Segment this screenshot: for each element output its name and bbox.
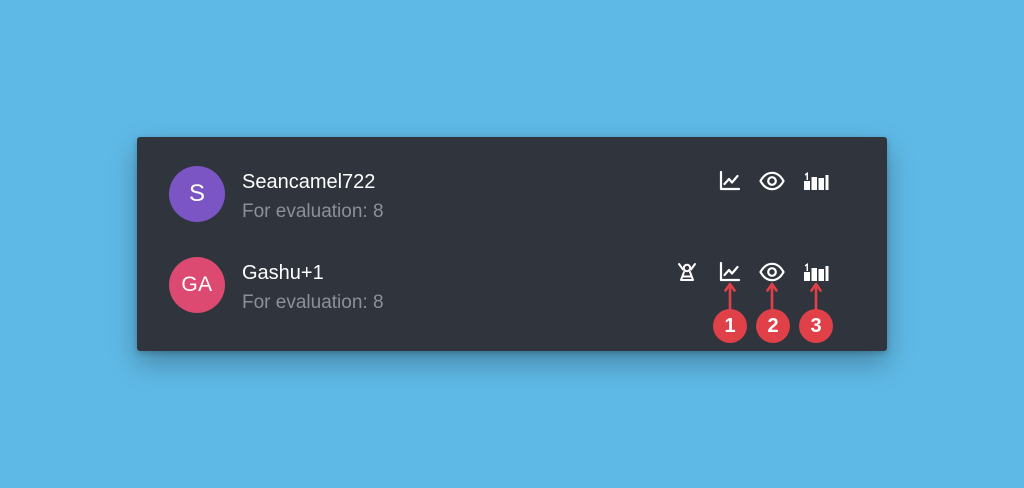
user-name[interactable]: Gashu+1 [242, 261, 324, 285]
marker-label: 3 [810, 314, 822, 337]
user-name[interactable]: Seancamel722 [242, 170, 375, 194]
ranking-bars-icon[interactable] [803, 168, 829, 194]
arrow-up-icon [810, 282, 822, 310]
annotation-marker-2: 2 [756, 309, 790, 343]
marker-label: 1 [724, 314, 736, 337]
eye-icon[interactable] [759, 168, 785, 194]
marker-label: 2 [767, 314, 779, 337]
avatar: GA [169, 257, 225, 313]
annotation-marker-3: 3 [799, 309, 833, 343]
line-chart-icon[interactable] [717, 168, 743, 194]
arrow-up-icon [724, 282, 736, 310]
arrow-up-icon [766, 282, 778, 310]
user-list-card: S Seancamel722 For evaluation: 8 GA Gash… [137, 137, 887, 351]
user-row-seancamel722[interactable]: S Seancamel722 For evaluation: 8 [137, 166, 887, 226]
cheer-person-icon[interactable] [674, 259, 700, 285]
avatar: S [169, 166, 225, 222]
evaluation-count: For evaluation: 8 [242, 201, 384, 222]
annotation-marker-1: 1 [713, 309, 747, 343]
avatar-initials: GA [181, 273, 213, 296]
avatar-initials: S [188, 180, 205, 207]
evaluation-count: For evaluation: 8 [242, 292, 384, 313]
